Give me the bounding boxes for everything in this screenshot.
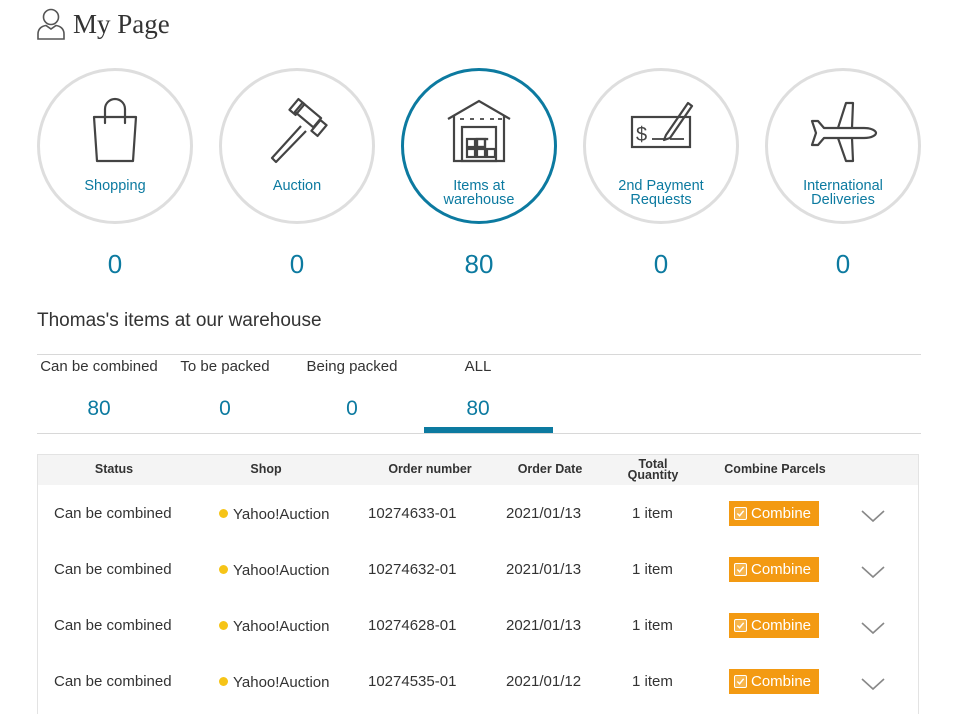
row-quantity: 1 item [632, 673, 673, 690]
header-shop: Shop [250, 462, 282, 476]
category-count: 0 [107, 249, 123, 279]
header-combine-parcels: Combine Parcels [724, 462, 826, 476]
gavel-icon [270, 97, 328, 164]
row-status: Can be combined [54, 617, 172, 634]
tab-all[interactable]: ALL 80 [424, 358, 532, 421]
chevron-down-icon[interactable] [859, 506, 887, 526]
table-row: Can be combined Yahoo!Auction 10274628-0… [38, 597, 918, 653]
combine-button[interactable]: Combine [729, 669, 819, 694]
tab-label: Being packed [306, 358, 398, 375]
checkbox-icon [734, 563, 747, 576]
category-label: International Deliveries [803, 178, 883, 208]
check-payment-icon: $ [630, 101, 694, 149]
table-row: Can be combined Yahoo!Auction 10274632-0… [38, 541, 918, 597]
row-shop: Yahoo!Auction [219, 506, 329, 523]
row-quantity: 1 item [632, 561, 673, 578]
category-label: Auction [272, 178, 322, 194]
header-status: Status [94, 462, 134, 476]
svg-text:$: $ [636, 124, 647, 146]
category-shopping[interactable]: Shopping [37, 68, 193, 224]
tab-label: Can be combined [40, 358, 158, 375]
combine-button[interactable]: Combine [729, 557, 819, 582]
tab-can-be-combined[interactable]: Can be combined 80 [37, 358, 161, 421]
row-status: Can be combined [54, 505, 172, 522]
divider [37, 354, 921, 355]
tab-to-be-packed[interactable]: To be packed 0 [174, 358, 276, 421]
category-international-deliveries[interactable]: International Deliveries [765, 68, 921, 224]
category-count: 80 [464, 249, 494, 279]
category-2nd-payment-requests[interactable]: $ 2nd Payment Requests [583, 68, 739, 224]
shop-dot-icon [219, 621, 228, 630]
tab-label: To be packed [180, 358, 270, 375]
row-order-date: 2021/01/13 [506, 561, 582, 578]
shopping-bag-icon [92, 97, 138, 163]
row-order-number: 10274535-01 [368, 673, 457, 690]
section-title: Thomas's items at our warehouse [37, 310, 322, 331]
checkbox-icon [734, 619, 747, 632]
checkbox-icon [734, 675, 747, 688]
tab-count: 80 [87, 397, 111, 420]
chevron-down-icon[interactable] [859, 674, 887, 694]
page-title: My Page [36, 6, 170, 42]
row-order-date: 2021/01/13 [506, 617, 582, 634]
user-icon [37, 8, 65, 40]
tab-being-packed[interactable]: Being packed 0 [300, 358, 404, 421]
tab-label: ALL [464, 358, 492, 375]
shop-dot-icon [219, 509, 228, 518]
shop-dot-icon [219, 565, 228, 574]
combine-button[interactable]: Combine [729, 501, 819, 526]
category-count: 0 [289, 249, 305, 279]
airplane-icon [810, 101, 878, 163]
row-status: Can be combined [54, 561, 172, 578]
row-order-number: 10274633-01 [368, 505, 457, 522]
checkbox-icon [734, 507, 747, 520]
page-title-text: My Page [73, 8, 170, 39]
chevron-down-icon[interactable] [859, 618, 887, 638]
category-count: 0 [653, 249, 669, 279]
tab-count: 80 [466, 397, 490, 420]
combine-button[interactable]: Combine [729, 613, 819, 638]
table-row: Can be combined Yahoo!Auction 10274535-0… [38, 653, 918, 709]
row-order-date: 2021/01/12 [506, 673, 582, 690]
category-label: 2nd Payment Requests [618, 178, 704, 208]
header-order-date: Order Date [517, 462, 583, 476]
row-order-number: 10274628-01 [368, 617, 457, 634]
row-quantity: 1 item [632, 505, 673, 522]
header-order-number: Order number [388, 462, 472, 476]
tab-count: 0 [346, 397, 358, 420]
category-count: 0 [835, 249, 851, 279]
header-total-quantity: Total Quantity [627, 457, 679, 482]
warehouse-icon [447, 99, 511, 163]
category-label: Items at warehouse [443, 178, 515, 208]
row-shop: Yahoo!Auction [219, 562, 329, 579]
row-status: Can be combined [54, 673, 172, 690]
divider [37, 433, 921, 434]
row-order-date: 2021/01/13 [506, 505, 582, 522]
shop-dot-icon [219, 677, 228, 686]
category-label: Shopping [84, 178, 146, 194]
table-header: Status Shop Order number Order Date Tota… [38, 455, 918, 485]
items-table: Status Shop Order number Order Date Tota… [37, 454, 919, 714]
row-order-number: 10274632-01 [368, 561, 457, 578]
category-auction[interactable]: Auction [219, 68, 375, 224]
row-shop: Yahoo!Auction [219, 618, 329, 635]
tab-count: 0 [219, 397, 231, 420]
row-quantity: 1 item [632, 617, 673, 634]
chevron-down-icon[interactable] [859, 562, 887, 582]
row-shop: Yahoo!Auction [219, 674, 329, 691]
category-items-at-warehouse[interactable]: Items at warehouse [401, 68, 557, 224]
table-row: Can be combined Yahoo!Auction 10274633-0… [38, 485, 918, 541]
